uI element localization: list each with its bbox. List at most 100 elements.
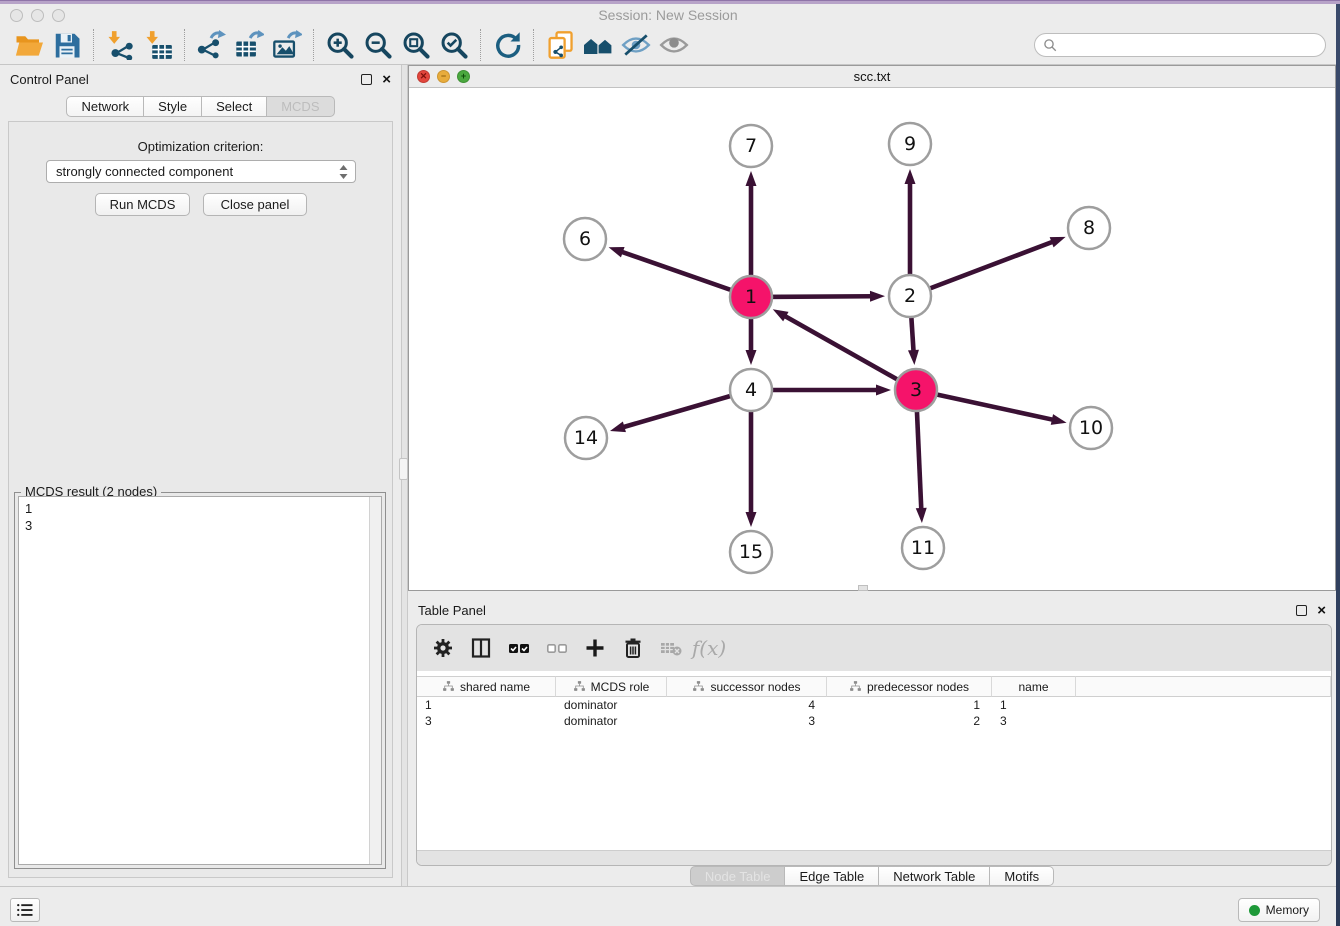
tab-network-table[interactable]: Network Table — [879, 866, 990, 886]
graph-node-label: 1 — [745, 286, 757, 308]
zoom-selected-icon[interactable] — [435, 28, 473, 62]
column-header-successor-nodes[interactable]: successor nodes — [667, 676, 827, 697]
graph-edge-arrowhead — [609, 247, 625, 257]
cell-successor-nodes[interactable]: 3 — [667, 713, 827, 729]
optimization-criterion-label: Optimization criterion: — [9, 139, 392, 154]
import-table-icon[interactable] — [139, 28, 177, 62]
table-toolbar: f(x) — [417, 625, 1331, 671]
mcds-panel: Optimization criterion: strongly connect… — [8, 121, 393, 878]
table-tabs: Node Table Edge Table Network Table Moti… — [408, 866, 1336, 886]
tab-style[interactable]: Style — [144, 96, 202, 117]
toolbar-separator — [313, 29, 314, 61]
settings-gear-icon[interactable] — [429, 634, 457, 662]
split-view-icon[interactable] — [467, 634, 495, 662]
network-window-title: scc.txt — [409, 69, 1335, 84]
graph-edge[interactable] — [910, 241, 1053, 296]
cell-predecessor-nodes[interactable]: 1 — [827, 697, 992, 713]
close-panel-button[interactable]: Close panel — [203, 193, 307, 216]
deselect-all-checkboxes-icon[interactable] — [543, 634, 571, 662]
graph-node-label: 15 — [739, 541, 763, 563]
column-header-predecessor-nodes[interactable]: predecessor nodes — [827, 676, 992, 697]
graph-node-label: 6 — [579, 228, 591, 250]
memory-button[interactable]: Memory — [1238, 898, 1320, 922]
column-header-mcds-role[interactable]: MCDS role — [556, 676, 667, 697]
table-row[interactable]: 3 dominator 3 2 3 — [417, 713, 1331, 729]
table-panel: Table Panel × f(x) shared name MCDS role… — [408, 596, 1336, 886]
tab-mcds[interactable]: MCDS — [267, 96, 334, 117]
reset-view-icon[interactable] — [579, 28, 617, 62]
app-title: Session: New Session — [0, 7, 1336, 23]
table-horizontal-scrollbar[interactable] — [417, 850, 1331, 865]
search-input[interactable] — [1058, 38, 1317, 53]
tab-motifs[interactable]: Motifs — [990, 866, 1054, 886]
graph-edge-arrowhead — [916, 508, 927, 523]
function-builder-icon[interactable]: f(x) — [695, 634, 723, 662]
graph-node-label: 14 — [574, 427, 598, 449]
graph-edge-arrowhead — [905, 169, 916, 184]
run-mcds-button[interactable]: Run MCDS — [95, 193, 190, 216]
mcds-result-text[interactable]: 1 3 — [18, 496, 382, 865]
export-table-icon[interactable] — [230, 28, 268, 62]
criterion-dropdown[interactable]: strongly connected component — [46, 160, 356, 183]
cell-successor-nodes[interactable]: 4 — [667, 697, 827, 713]
open-session-icon[interactable] — [10, 28, 48, 62]
network-graph[interactable]: 1234678910111415 — [409, 88, 1335, 590]
mcds-result-scrollbar[interactable] — [369, 497, 381, 864]
cell-shared-name[interactable]: 1 — [417, 697, 556, 713]
graph-node-label: 8 — [1083, 217, 1095, 239]
tab-select[interactable]: Select — [202, 96, 267, 117]
import-network-icon[interactable] — [101, 28, 139, 62]
dropdown-stepper-icon — [338, 164, 349, 180]
graph-edge[interactable] — [784, 316, 916, 390]
column-header-shared-name[interactable]: shared name — [417, 676, 556, 697]
cell-name[interactable]: 3 — [992, 713, 1076, 729]
control-panel-tabs: Network Style Select MCDS — [0, 96, 401, 117]
apply-layout-icon[interactable] — [488, 28, 526, 62]
float-panel-icon[interactable] — [361, 74, 372, 85]
add-column-icon[interactable] — [581, 634, 609, 662]
network-window-titlebar[interactable]: ✕ − + scc.txt — [409, 66, 1335, 88]
zoom-in-icon[interactable] — [321, 28, 359, 62]
close-panel-icon[interactable]: × — [382, 72, 391, 87]
toolbar-separator — [480, 29, 481, 61]
tab-network[interactable]: Network — [66, 96, 144, 117]
tab-edge-table[interactable]: Edge Table — [785, 866, 879, 886]
table-row[interactable]: 1 dominator 4 1 1 — [417, 697, 1331, 713]
cell-predecessor-nodes[interactable]: 2 — [827, 713, 992, 729]
save-session-icon[interactable] — [48, 28, 86, 62]
graph-node-label: 10 — [1079, 417, 1103, 439]
task-history-button[interactable] — [10, 898, 40, 922]
graph-edge-arrowhead — [746, 171, 757, 186]
delete-column-trash-icon[interactable] — [619, 634, 647, 662]
column-header-name[interactable]: name — [992, 676, 1076, 697]
clone-network-icon[interactable] — [541, 28, 579, 62]
node-table: shared name MCDS role successor nodes pr… — [417, 676, 1331, 729]
cell-shared-name[interactable]: 3 — [417, 713, 556, 729]
desktop-strip-right — [1336, 4, 1340, 926]
graph-edge-arrowhead — [870, 291, 885, 302]
hide-selected-icon[interactable] — [617, 28, 655, 62]
close-table-panel-icon[interactable]: × — [1317, 603, 1326, 618]
show-all-icon[interactable] — [655, 28, 693, 62]
network-view-window: ✕ − + scc.txt 1234678910111415 — [408, 65, 1336, 591]
toolbar-separator — [93, 29, 94, 61]
tab-node-table[interactable]: Node Table — [690, 866, 786, 886]
cell-mcds-role[interactable]: dominator — [556, 697, 667, 713]
float-table-panel-icon[interactable] — [1296, 605, 1307, 616]
graph-edge-arrowhead — [908, 350, 919, 365]
export-image-icon[interactable] — [268, 28, 306, 62]
select-all-checkboxes-icon[interactable] — [505, 634, 533, 662]
zoom-out-icon[interactable] — [359, 28, 397, 62]
vertical-splitter-grip[interactable] — [399, 458, 408, 480]
mcds-result-group: MCDS result (2 nodes) 1 3 — [14, 492, 386, 869]
cell-mcds-role[interactable]: dominator — [556, 713, 667, 729]
zoom-fit-icon[interactable] — [397, 28, 435, 62]
delete-table-icon[interactable] — [657, 634, 685, 662]
cell-name[interactable]: 1 — [992, 697, 1076, 713]
search-field[interactable] — [1034, 33, 1326, 57]
graph-edge-arrowhead — [610, 422, 626, 433]
memory-status-icon — [1249, 905, 1260, 916]
graph-node-label: 2 — [904, 285, 916, 307]
export-network-icon[interactable] — [192, 28, 230, 62]
graph-node-label: 7 — [745, 135, 757, 157]
